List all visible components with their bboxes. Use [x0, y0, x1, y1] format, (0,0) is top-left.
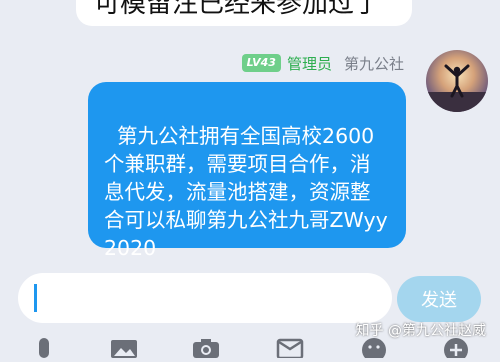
camera-icon[interactable] — [192, 336, 220, 358]
text-cursor — [34, 284, 37, 312]
send-button[interactable]: 发送 — [397, 276, 481, 322]
sender-meta: LV43 管理员 第九公社 — [241, 52, 404, 74]
message-bubble[interactable]: 第九公社拥有全国高校2600个兼职群，需要项目合作，消息代发，流量池搭建，资源整… — [88, 82, 406, 260]
red-envelope-icon[interactable] — [276, 336, 304, 360]
watermark: 知乎 @第九公社赵威 — [355, 323, 486, 339]
message-input[interactable] — [18, 273, 392, 323]
microphone-icon[interactable] — [30, 336, 58, 358]
image-icon[interactable] — [110, 336, 138, 358]
sender-nickname[interactable]: 第九公社 — [344, 53, 404, 74]
previous-message-bubble: 可模留注已经来参加过了 — [76, 0, 412, 26]
message-text: 第九公社拥有全国高校2600个兼职群，需要项目合作，消息代发，流量池搭建，资源整… — [104, 124, 388, 260]
previous-message-text: 可模留注已经来参加过了 — [94, 0, 381, 19]
role-label: 管理员 — [286, 54, 332, 73]
avatar-person-silhouette-icon — [426, 64, 488, 112]
avatar[interactable] — [426, 50, 488, 112]
level-badge: LV43 — [241, 54, 281, 72]
